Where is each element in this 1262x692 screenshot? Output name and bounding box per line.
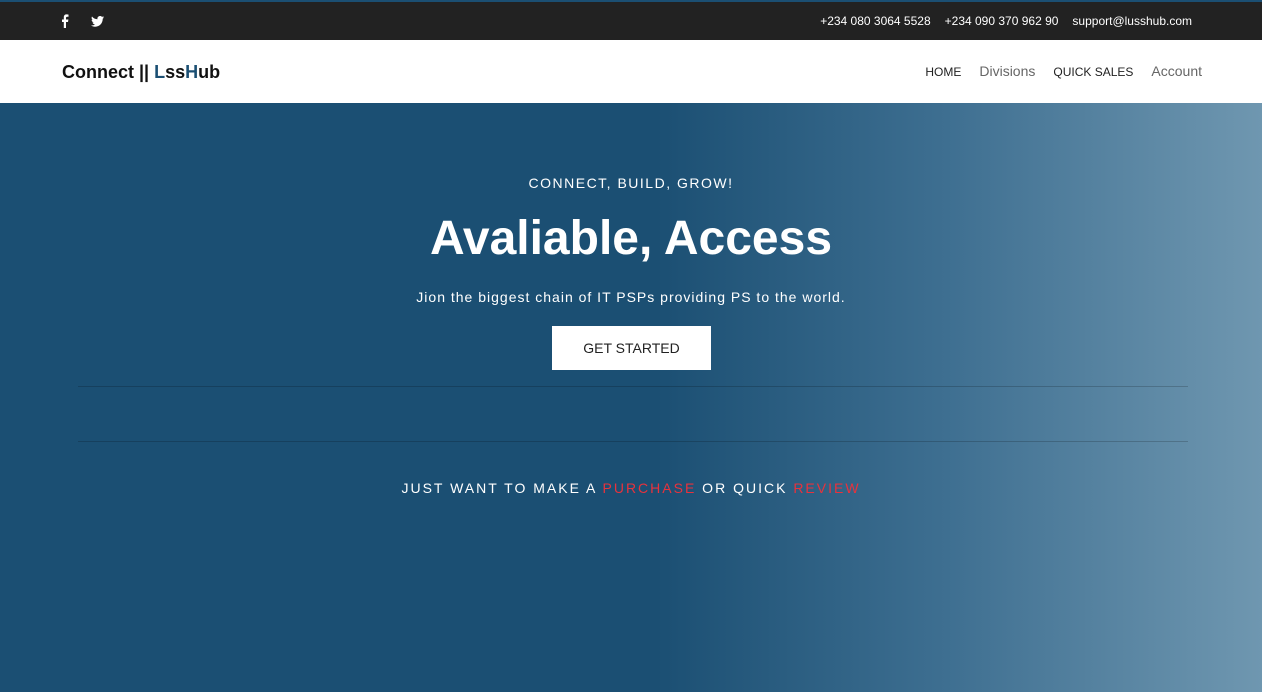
brand-prefix: Connect || [62, 62, 155, 82]
top-bar: +234 080 3064 5528 +234 090 370 962 90 s… [0, 2, 1262, 40]
nav-home[interactable]: HOME [925, 65, 961, 79]
hero-subtext: Jion the biggest chain of IT PSPs provid… [416, 289, 846, 305]
nav-account[interactable]: Account [1151, 63, 1202, 79]
brand-logo[interactable]: Connect || LssHub [62, 62, 220, 83]
hero-divider-top [78, 386, 1188, 387]
social-links [58, 13, 104, 29]
quick-middle: OR QUICK [696, 480, 794, 496]
brand-suffix: ub [198, 62, 221, 82]
quick-actions-line: JUST WANT TO MAKE A PURCHASE OR QUICK RE… [0, 480, 1262, 496]
contact-info: +234 080 3064 5528 +234 090 370 962 90 s… [820, 14, 1192, 28]
phone-1[interactable]: +234 080 3064 5528 [820, 14, 930, 28]
phone-2[interactable]: +234 090 370 962 90 [945, 14, 1059, 28]
nav-quick-sales[interactable]: QUICK SALES [1053, 65, 1133, 79]
hero-section: CONNECT, BUILD, GROW! Avaliable, Access … [0, 103, 1262, 692]
hero-divider-bottom [78, 441, 1188, 442]
brand-accent-2: H [185, 62, 199, 82]
hero-tagline: CONNECT, BUILD, GROW! [528, 175, 734, 191]
review-link[interactable]: REVIEW [793, 480, 860, 496]
nav-divisions[interactable]: Divisions [979, 63, 1035, 79]
brand-mid: ss [165, 62, 186, 82]
quick-prefix: JUST WANT TO MAKE A [401, 480, 603, 496]
purchase-link[interactable]: PURCHASE [603, 480, 697, 496]
support-email[interactable]: support@lusshub.com [1072, 14, 1192, 28]
main-navbar: Connect || LssHub HOME Divisions QUICK S… [0, 40, 1262, 103]
brand-accent-1: L [154, 62, 166, 82]
nav-links: HOME Divisions QUICK SALES Account [925, 63, 1202, 79]
hero-headline: Avaliable, Access [429, 212, 833, 265]
twitter-icon[interactable] [90, 13, 104, 29]
get-started-button[interactable]: GET STARTED [552, 326, 711, 370]
facebook-icon[interactable] [58, 13, 72, 29]
